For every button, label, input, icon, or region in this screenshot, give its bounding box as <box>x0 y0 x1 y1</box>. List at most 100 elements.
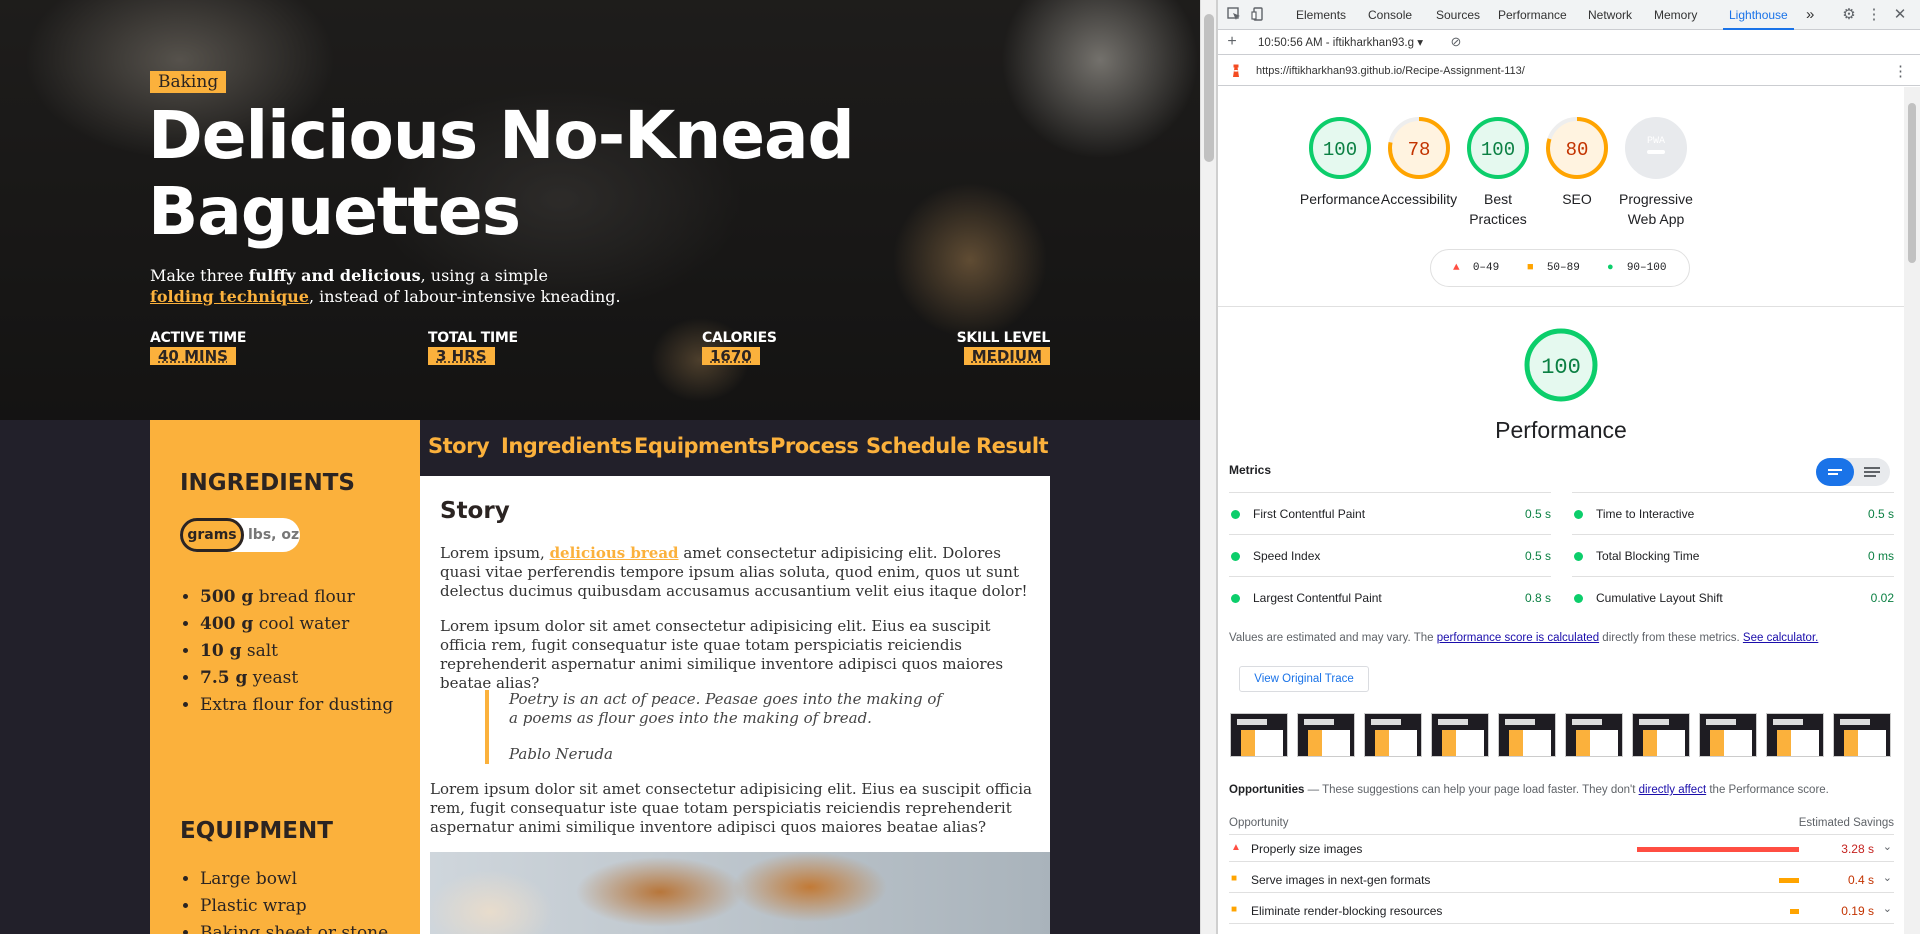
frame-block <box>1456 730 1484 756</box>
opportunity-row[interactable]: ■ Eliminate render-blocking resources 0.19… <box>1229 899 1894 924</box>
pass-circle-icon <box>1231 510 1240 519</box>
settings-gear-icon[interactable]: ⚙ <box>1841 7 1857 23</box>
frame-block <box>1724 730 1752 756</box>
metric-first-contentful-paint: First Contentful Paint 0.5 s <box>1229 492 1551 534</box>
chevron-down-icon[interactable]: ⌄ <box>1883 871 1892 884</box>
triangle-icon: ▲ <box>1231 842 1241 853</box>
opportunity-name: Properly size images <box>1251 842 1363 856</box>
square-icon: ■ <box>1527 262 1534 274</box>
ingredient-item: 10 g salt <box>200 638 393 665</box>
kebab-menu-icon[interactable]: ⋮ <box>1866 7 1882 23</box>
devtools-tabbar: Elements Console Sources Performance Net… <box>1218 0 1920 30</box>
metric-value: 0.5 s <box>1867 507 1894 521</box>
directly-affect-link[interactable]: directly affect <box>1639 784 1707 796</box>
gauge-score: 100 <box>1481 139 1515 161</box>
tab-schedule[interactable]: Schedule <box>866 434 971 458</box>
tab-process[interactable]: Process <box>770 434 859 458</box>
see-calculator-link[interactable]: See calculator. <box>1743 632 1818 644</box>
frame-block <box>1710 730 1724 756</box>
savings-bar <box>1790 909 1799 914</box>
quote-text: Poetry is an act of peace. Peasae goes i… <box>509 690 942 727</box>
circle-icon: ● <box>1607 262 1614 274</box>
more-tabs-button[interactable]: » <box>1806 0 1814 30</box>
ingredient-name: salt <box>241 641 279 661</box>
unit-grams-option[interactable]: grams <box>180 518 244 552</box>
hero-banner: Baking Delicious No-Knead Baguettes Make… <box>0 0 1200 420</box>
tab-equipments[interactable]: Equipments <box>634 434 770 458</box>
chevron-down-icon[interactable]: ⌄ <box>1883 902 1892 915</box>
performance-score-large: 100 <box>1541 355 1581 380</box>
frame-block <box>1572 719 1602 725</box>
equipment-item: Baking sheet or stone <box>200 920 388 934</box>
devtools-tab-performance[interactable]: Performance <box>1498 0 1567 30</box>
detail-view-icon[interactable] <box>1862 464 1882 485</box>
unit-lbs-option[interactable]: lbs, oz <box>248 518 299 552</box>
legend-range: 50–89 <box>1546 262 1580 274</box>
pwa-dash-icon <box>1647 150 1665 154</box>
ingredients-list: 500 g bread flour 400 g cool water 10 g … <box>200 584 393 719</box>
recipe-page: Baking Delicious No-Knead Baguettes Make… <box>0 0 1200 934</box>
devtools-tab-memory[interactable]: Memory <box>1654 0 1697 30</box>
frame-block <box>1322 730 1350 756</box>
tab-ingredients[interactable]: Ingredients <box>501 434 632 458</box>
score-gauge-progressive-web-app[interactable]: PWA Progressive Web App <box>1608 115 1704 229</box>
ingredient-name: cool water <box>253 614 350 634</box>
legend-fail: ▲ 0–49 <box>1453 262 1499 274</box>
opportunity-name: Eliminate render-blocking resources <box>1251 904 1443 918</box>
metrics-heading: Metrics <box>1229 463 1272 477</box>
metric-view-toggle[interactable] <box>1816 458 1890 486</box>
ingredient-item: 500 g bread flour <box>200 584 393 611</box>
tab-result[interactable]: Result <box>976 434 1049 458</box>
unit-toggle[interactable]: grams lbs, oz <box>180 518 300 552</box>
opportunity-row[interactable]: ■ Serve images in next-gen formats 0.4 s ⌄ <box>1229 868 1894 893</box>
page-scroll-thumb[interactable] <box>1204 14 1214 162</box>
devtools-scrollbar[interactable] <box>1904 87 1920 934</box>
metric-name: Time to Interactive <box>1596 507 1695 521</box>
frame-block <box>1255 730 1283 756</box>
report-menu-icon[interactable]: ⋮ <box>1893 62 1908 80</box>
devtools-tab-sources[interactable]: Sources <box>1436 0 1480 30</box>
report-selector[interactable]: 10:50:56 AM - iftikharkhan93.g ▾ <box>1258 35 1423 49</box>
frame-block <box>1237 719 1267 725</box>
devtools-tab-elements[interactable]: Elements <box>1296 0 1346 30</box>
story-paragraph-2: Lorem ipsum dolor sit amet consectetur a… <box>440 617 1004 692</box>
opportunity-savings: 0.4 s <box>1847 873 1874 887</box>
devtools-tab-network[interactable]: Network <box>1588 0 1632 30</box>
frame-block <box>1304 719 1334 725</box>
frame-block <box>1442 730 1456 756</box>
chevron-down-icon[interactable]: ⌄ <box>1883 840 1892 853</box>
legend-range: 90–100 <box>1626 262 1667 274</box>
view-original-trace-button[interactable]: View Original Trace <box>1239 666 1369 692</box>
inspect-element-icon[interactable] <box>1226 7 1242 23</box>
score-calculated-link[interactable]: performance score is calculated <box>1437 632 1599 644</box>
opportunity-row[interactable]: ▲ Properly size images 3.28 s ⌄ <box>1229 837 1894 862</box>
folding-technique-link[interactable]: folding technique <box>150 287 309 306</box>
frame-block <box>1438 719 1468 725</box>
page-scrollbar[interactable] <box>1200 0 1216 934</box>
frame-block <box>1657 730 1685 756</box>
story-heading: Story <box>440 498 510 524</box>
close-icon[interactable]: ✕ <box>1892 7 1908 23</box>
lighthouse-report: 100 Performance 78 Accessibility 100 Best Prac… <box>1218 87 1904 934</box>
gauge-score: 80 <box>1566 139 1589 161</box>
devtools-tab-lighthouse[interactable]: Lighthouse <box>1723 0 1794 30</box>
frame-block <box>1308 730 1322 756</box>
metric-value: 0.5 s <box>1524 549 1551 563</box>
square-icon: ■ <box>1231 904 1238 915</box>
frame-block <box>1241 730 1255 756</box>
subtitle-bold: fulffy and delicious <box>248 266 421 285</box>
filmstrip-frame <box>1632 713 1690 757</box>
report-url-bar: https://iftikharkhan93.github.io/Recipe-… <box>1218 56 1920 86</box>
tab-story[interactable]: Story <box>428 434 490 458</box>
summary-view-button[interactable] <box>1816 458 1854 486</box>
devtools-scroll-thumb[interactable] <box>1908 103 1916 263</box>
device-toolbar-icon[interactable] <box>1250 7 1266 23</box>
clear-block-icon[interactable]: ⊘ <box>1448 34 1464 50</box>
devtools-tab-console[interactable]: Console <box>1368 0 1412 30</box>
pass-circle-icon <box>1231 552 1240 561</box>
filmstrip-frame <box>1833 713 1891 757</box>
metrics-note: Values are estimated and may vary. The p… <box>1229 632 1899 644</box>
metric-value: 0.02 <box>1870 591 1894 605</box>
new-report-plus-icon[interactable]: + <box>1224 34 1240 50</box>
delicious-bread-link[interactable]: delicious bread <box>550 544 679 562</box>
